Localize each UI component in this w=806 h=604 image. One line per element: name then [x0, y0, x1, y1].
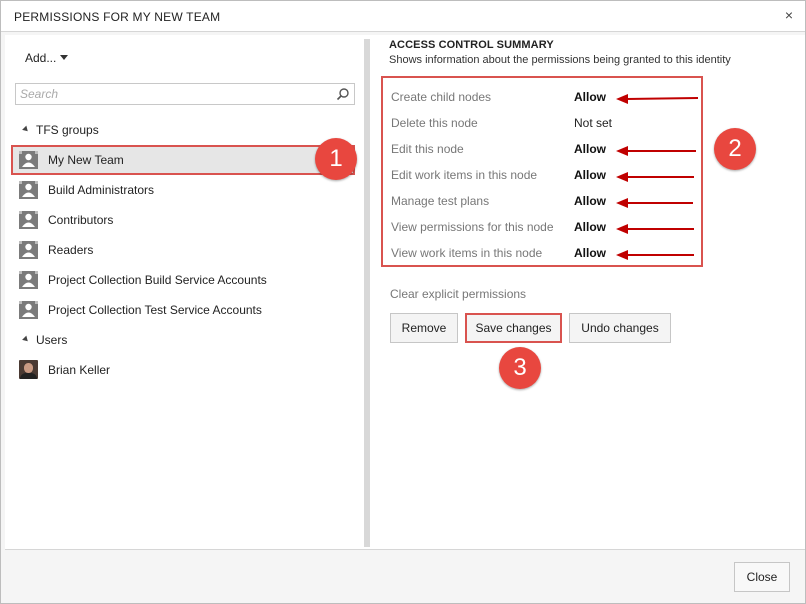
team-icon: [19, 301, 38, 319]
permission-value[interactable]: Allow: [574, 168, 606, 182]
users-header[interactable]: Users: [22, 333, 68, 347]
team-icon: [19, 271, 38, 289]
user-item-brian-keller[interactable]: Brian Keller: [11, 355, 355, 385]
permission-row[interactable]: Manage test plans Allow: [391, 194, 701, 212]
group-label: My New Team: [48, 153, 124, 167]
identity-pane: Add... TFS groups My New Team Build Admi…: [5, 35, 363, 549]
group-item-contributors[interactable]: Contributors: [11, 205, 355, 235]
save-changes-button[interactable]: Save changes: [465, 313, 562, 343]
close-button[interactable]: Close: [734, 562, 790, 592]
permission-value[interactable]: Allow: [574, 142, 606, 156]
team-icon: [19, 181, 38, 199]
permission-name: View permissions for this node: [391, 220, 554, 234]
pane-splitter[interactable]: [364, 39, 370, 547]
clear-permissions-label: Clear explicit permissions: [390, 287, 527, 301]
dialog-footer: Close: [5, 549, 805, 603]
callout-badge-3: 3: [499, 347, 541, 389]
permission-name: Edit work items in this node: [391, 168, 538, 182]
permission-row[interactable]: Edit this node Allow: [391, 142, 701, 160]
expand-triangle-icon[interactable]: [22, 335, 30, 344]
users-label: Users: [36, 333, 68, 347]
team-icon: [19, 241, 38, 259]
permission-row[interactable]: View work items in this node Allow: [391, 246, 701, 264]
permission-name: Edit this node: [391, 142, 464, 156]
summary-title: ACCESS CONTROL SUMMARY: [389, 39, 554, 51]
tfs-groups-label: TFS groups: [36, 123, 99, 137]
permission-name: Manage test plans: [391, 194, 490, 208]
title-bar: PERMISSIONS FOR MY NEW TEAM ×: [1, 1, 805, 32]
arrow-left-icon: [616, 198, 693, 208]
search-box: [15, 83, 355, 105]
team-icon: [19, 211, 38, 229]
group-item-test-service-accounts[interactable]: Project Collection Test Service Accounts: [11, 295, 355, 325]
group-item-readers[interactable]: Readers: [11, 235, 355, 265]
permission-row[interactable]: Edit work items in this node Allow: [391, 168, 701, 186]
dialog-title: PERMISSIONS FOR MY NEW TEAM: [14, 10, 221, 24]
summary-subtitle: Shows information about the permissions …: [389, 54, 731, 66]
close-icon[interactable]: ×: [781, 7, 797, 23]
access-control-summary: ACCESS CONTROL SUMMARY Shows information…: [375, 35, 805, 549]
permission-name: Delete this node: [391, 116, 478, 130]
group-label: Build Administrators: [48, 183, 155, 197]
permission-row[interactable]: Delete this node Not set: [391, 116, 701, 134]
permission-row[interactable]: View permissions for this node Allow: [391, 220, 701, 238]
arrow-left-icon: [616, 250, 694, 260]
arrow-left-icon: [616, 172, 694, 182]
arrow-left-icon: [616, 146, 696, 156]
permission-value[interactable]: Allow: [574, 194, 606, 208]
group-label: Project Collection Build Service Account…: [48, 273, 267, 287]
callout-badge-2: 2: [714, 128, 756, 170]
callout-badge-1: 1: [315, 138, 357, 180]
group-item-build-administrators[interactable]: Build Administrators: [11, 175, 355, 205]
group-item-my-new-team[interactable]: My New Team: [11, 145, 355, 175]
arrow-left-icon: [616, 94, 698, 104]
search-icon[interactable]: [336, 87, 350, 101]
group-label: Readers: [48, 243, 94, 257]
arrow-left-icon: [616, 224, 694, 234]
permissions-dialog: PERMISSIONS FOR MY NEW TEAM × Add... TFS…: [0, 0, 806, 604]
permission-value[interactable]: Allow: [574, 90, 606, 104]
add-button-label: Add...: [25, 51, 57, 65]
permission-value[interactable]: Not set: [574, 116, 612, 130]
group-item-build-service-accounts[interactable]: Project Collection Build Service Account…: [11, 265, 355, 295]
group-label: Project Collection Test Service Accounts: [48, 303, 262, 317]
permission-name: Create child nodes: [391, 90, 492, 104]
group-label: Contributors: [48, 213, 114, 227]
undo-changes-button[interactable]: Undo changes: [569, 313, 671, 343]
permission-value[interactable]: Allow: [574, 246, 606, 260]
avatar: [19, 360, 38, 379]
permission-name: View work items in this node: [391, 246, 543, 260]
chevron-down-icon: [60, 55, 69, 60]
search-input[interactable]: [16, 84, 326, 104]
dialog-body: Add... TFS groups My New Team Build Admi…: [5, 35, 805, 549]
remove-button[interactable]: Remove: [390, 313, 458, 343]
permissions-highlight: Create child nodes Allow Delete this nod…: [381, 76, 703, 267]
permission-value[interactable]: Allow: [574, 220, 606, 234]
tfs-groups-header[interactable]: TFS groups: [22, 123, 99, 137]
expand-triangle-icon[interactable]: [22, 125, 30, 134]
team-icon: [19, 151, 38, 169]
user-label: Brian Keller: [48, 363, 111, 377]
permission-row[interactable]: Create child nodes Allow: [391, 90, 701, 108]
add-button[interactable]: Add...: [25, 51, 69, 65]
